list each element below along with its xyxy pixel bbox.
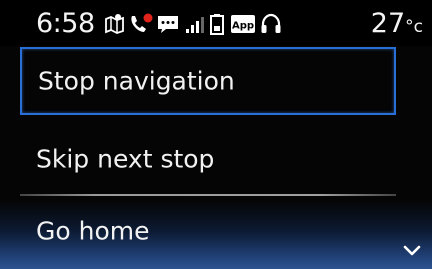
menu-item-go-home[interactable]: Go home — [20, 200, 396, 262]
app-icon: App — [230, 12, 256, 36]
missed-call-icon — [128, 12, 154, 36]
temperature-unit: °c — [405, 17, 423, 37]
message-icon — [156, 12, 180, 36]
app-icon-text: App — [232, 21, 254, 32]
status-bar: 6:58 App 27°c — [0, 0, 432, 46]
divider — [20, 194, 396, 196]
chevron-down-icon[interactable] — [402, 243, 422, 257]
infotainment-screen: 6:58 App 27°c Stop navigation Skip next … — [0, 0, 432, 269]
signal-icon — [184, 12, 206, 36]
menu-item-label: Skip next stop — [36, 144, 215, 174]
map-icon — [103, 12, 127, 36]
battery-icon — [209, 12, 225, 36]
menu-item-label: Go home — [36, 216, 150, 246]
clock: 6:58 — [36, 8, 95, 39]
outside-temperature: 27°c — [371, 9, 423, 42]
temperature-value: 27 — [370, 8, 406, 39]
menu-item-stop-navigation[interactable]: Stop navigation — [20, 47, 396, 115]
menu-item-skip-next-stop[interactable]: Skip next stop — [20, 128, 396, 190]
headset-icon — [259, 12, 283, 36]
menu-item-label: Stop navigation — [38, 66, 235, 96]
